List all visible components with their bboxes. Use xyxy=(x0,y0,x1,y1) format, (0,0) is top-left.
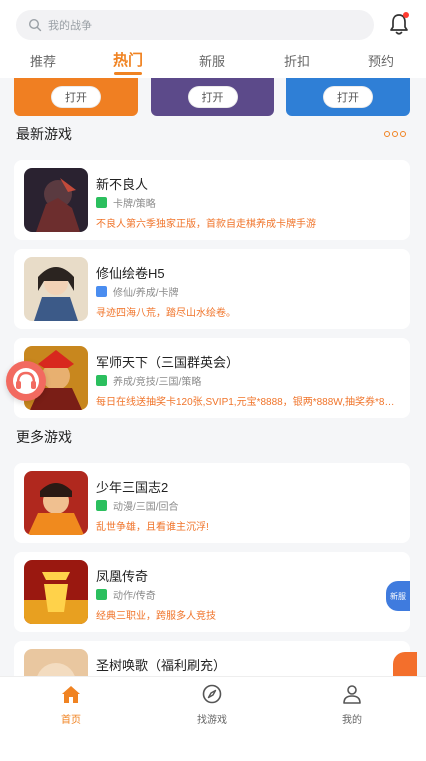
user-icon xyxy=(343,685,361,704)
nav-home[interactable]: 首页 xyxy=(31,683,111,726)
tag-icon xyxy=(96,197,107,208)
banner-strip: 打开 打开 打开 xyxy=(0,78,426,116)
section-title-more: 更多游戏 xyxy=(16,429,72,445)
notification-dot xyxy=(403,12,409,18)
notification-button[interactable] xyxy=(388,12,410,36)
headset-icon xyxy=(13,368,39,394)
search-icon xyxy=(28,18,42,32)
game-name: 凤凰传奇 xyxy=(96,569,149,584)
tag-icon xyxy=(96,286,107,297)
game-tags: 养成/竞技/三国/策略 xyxy=(96,373,201,388)
banner-3[interactable]: 打开 xyxy=(286,78,410,116)
game-card[interactable]: 凤凰传奇 动作/传奇 经典三职业，跨服多人竞技 xyxy=(14,552,410,632)
active-tab-indicator xyxy=(114,72,142,75)
game-thumbnail xyxy=(24,649,88,676)
game-name: 圣树唤歌（福利刷充） xyxy=(96,658,227,673)
game-card[interactable]: 圣树唤歌（福利刷充） xyxy=(14,641,410,676)
tag-icon xyxy=(96,500,107,511)
game-name: 少年三国志2 xyxy=(96,480,169,495)
game-name: 新不良人 xyxy=(96,177,149,192)
game-name: 军师天下（三国群英会） xyxy=(96,355,240,370)
game-thumbnail xyxy=(24,560,88,624)
open-button[interactable]: 打开 xyxy=(323,86,373,108)
nav-mine[interactable]: 我的 xyxy=(312,683,392,726)
tags-text: 卡牌/策略 xyxy=(113,199,156,210)
game-description: 不良人第六季独家正版，首款自走棋养成卡牌手游 xyxy=(96,219,316,230)
open-button[interactable]: 打开 xyxy=(51,86,101,108)
side-corner-tab[interactable] xyxy=(393,652,417,676)
search-placeholder: 我的战争 xyxy=(48,20,92,32)
main-content: 打开 打开 打开 最新游戏 新不良人 卡牌/策略 不良人第六季独家正版，首款自走… xyxy=(0,78,426,676)
tab-new-server[interactable]: 新服 xyxy=(199,51,225,70)
game-tags: 动作/传奇 xyxy=(96,587,156,602)
game-card[interactable]: 新不良人 卡牌/策略 不良人第六季独家正版，首款自走棋养成卡牌手游 xyxy=(14,160,410,240)
tab-discount[interactable]: 折扣 xyxy=(284,51,310,70)
tab-reserve[interactable]: 预约 xyxy=(368,51,394,70)
game-description: 寻迹四海八荒，踏尽山水绘卷。 xyxy=(96,308,236,319)
new-server-badge[interactable]: 新服 xyxy=(386,581,410,611)
tags-text: 动漫/三国/回合 xyxy=(113,502,179,513)
game-thumbnail xyxy=(24,471,88,535)
game-card[interactable]: 军师天下（三国群英会） 养成/竞技/三国/策略 每日在线送抽奖卡120张,SVI… xyxy=(14,338,410,418)
game-tags: 动漫/三国/回合 xyxy=(96,498,179,513)
search-bar[interactable]: 我的战争 xyxy=(16,10,374,40)
open-button[interactable]: 打开 xyxy=(187,86,238,108)
game-tags: 卡牌/策略 xyxy=(96,195,156,210)
game-description: 乱世争雄，且看谁主沉浮! xyxy=(96,522,209,533)
tag-icon xyxy=(96,589,107,600)
game-tags: 修仙/养成/卡牌 xyxy=(96,284,179,299)
game-card[interactable]: 少年三国志2 动漫/三国/回合 乱世争雄，且看谁主沉浮! xyxy=(14,463,410,543)
banner-1[interactable]: 打开 xyxy=(14,78,138,116)
tag-icon xyxy=(96,375,107,386)
top-bar: 我的战争 推荐 热门 新服 折扣 预约 xyxy=(0,0,426,78)
nav-label: 首页 xyxy=(61,715,81,726)
game-name: 修仙绘卷H5 xyxy=(96,266,165,281)
tab-recommend[interactable]: 推荐 xyxy=(30,51,56,70)
more-icon[interactable] xyxy=(384,131,408,139)
game-description: 每日在线送抽奖卡120张,SVIP1,元宝*8888，银两*888W,抽奖券*8… xyxy=(96,397,396,408)
tab-hot[interactable]: 热门 xyxy=(113,49,143,70)
section-title-latest: 最新游戏 xyxy=(16,126,72,142)
tags-text: 动作/传奇 xyxy=(113,591,156,602)
game-thumbnail xyxy=(24,257,88,321)
nav-label: 我的 xyxy=(342,715,362,726)
compass-icon xyxy=(202,684,222,704)
bottom-navigation: 首页 找游戏 我的 xyxy=(0,676,426,726)
game-card[interactable]: 修仙绘卷H5 修仙/养成/卡牌 寻迹四海八荒，踏尽山水绘卷。 xyxy=(14,249,410,329)
tags-text: 修仙/养成/卡牌 xyxy=(113,288,179,299)
home-icon xyxy=(62,686,80,703)
game-thumbnail xyxy=(24,168,88,232)
tags-text: 养成/竞技/三国/策略 xyxy=(113,377,202,388)
banner-2[interactable]: 打开 xyxy=(151,78,274,116)
nav-find-games[interactable]: 找游戏 xyxy=(172,683,252,726)
nav-label: 找游戏 xyxy=(197,715,227,726)
game-description: 经典三职业，跨服多人竞技 xyxy=(96,611,216,622)
category-tabs: 推荐 热门 新服 折扣 预约 xyxy=(0,48,426,76)
customer-service-button[interactable] xyxy=(6,361,46,401)
